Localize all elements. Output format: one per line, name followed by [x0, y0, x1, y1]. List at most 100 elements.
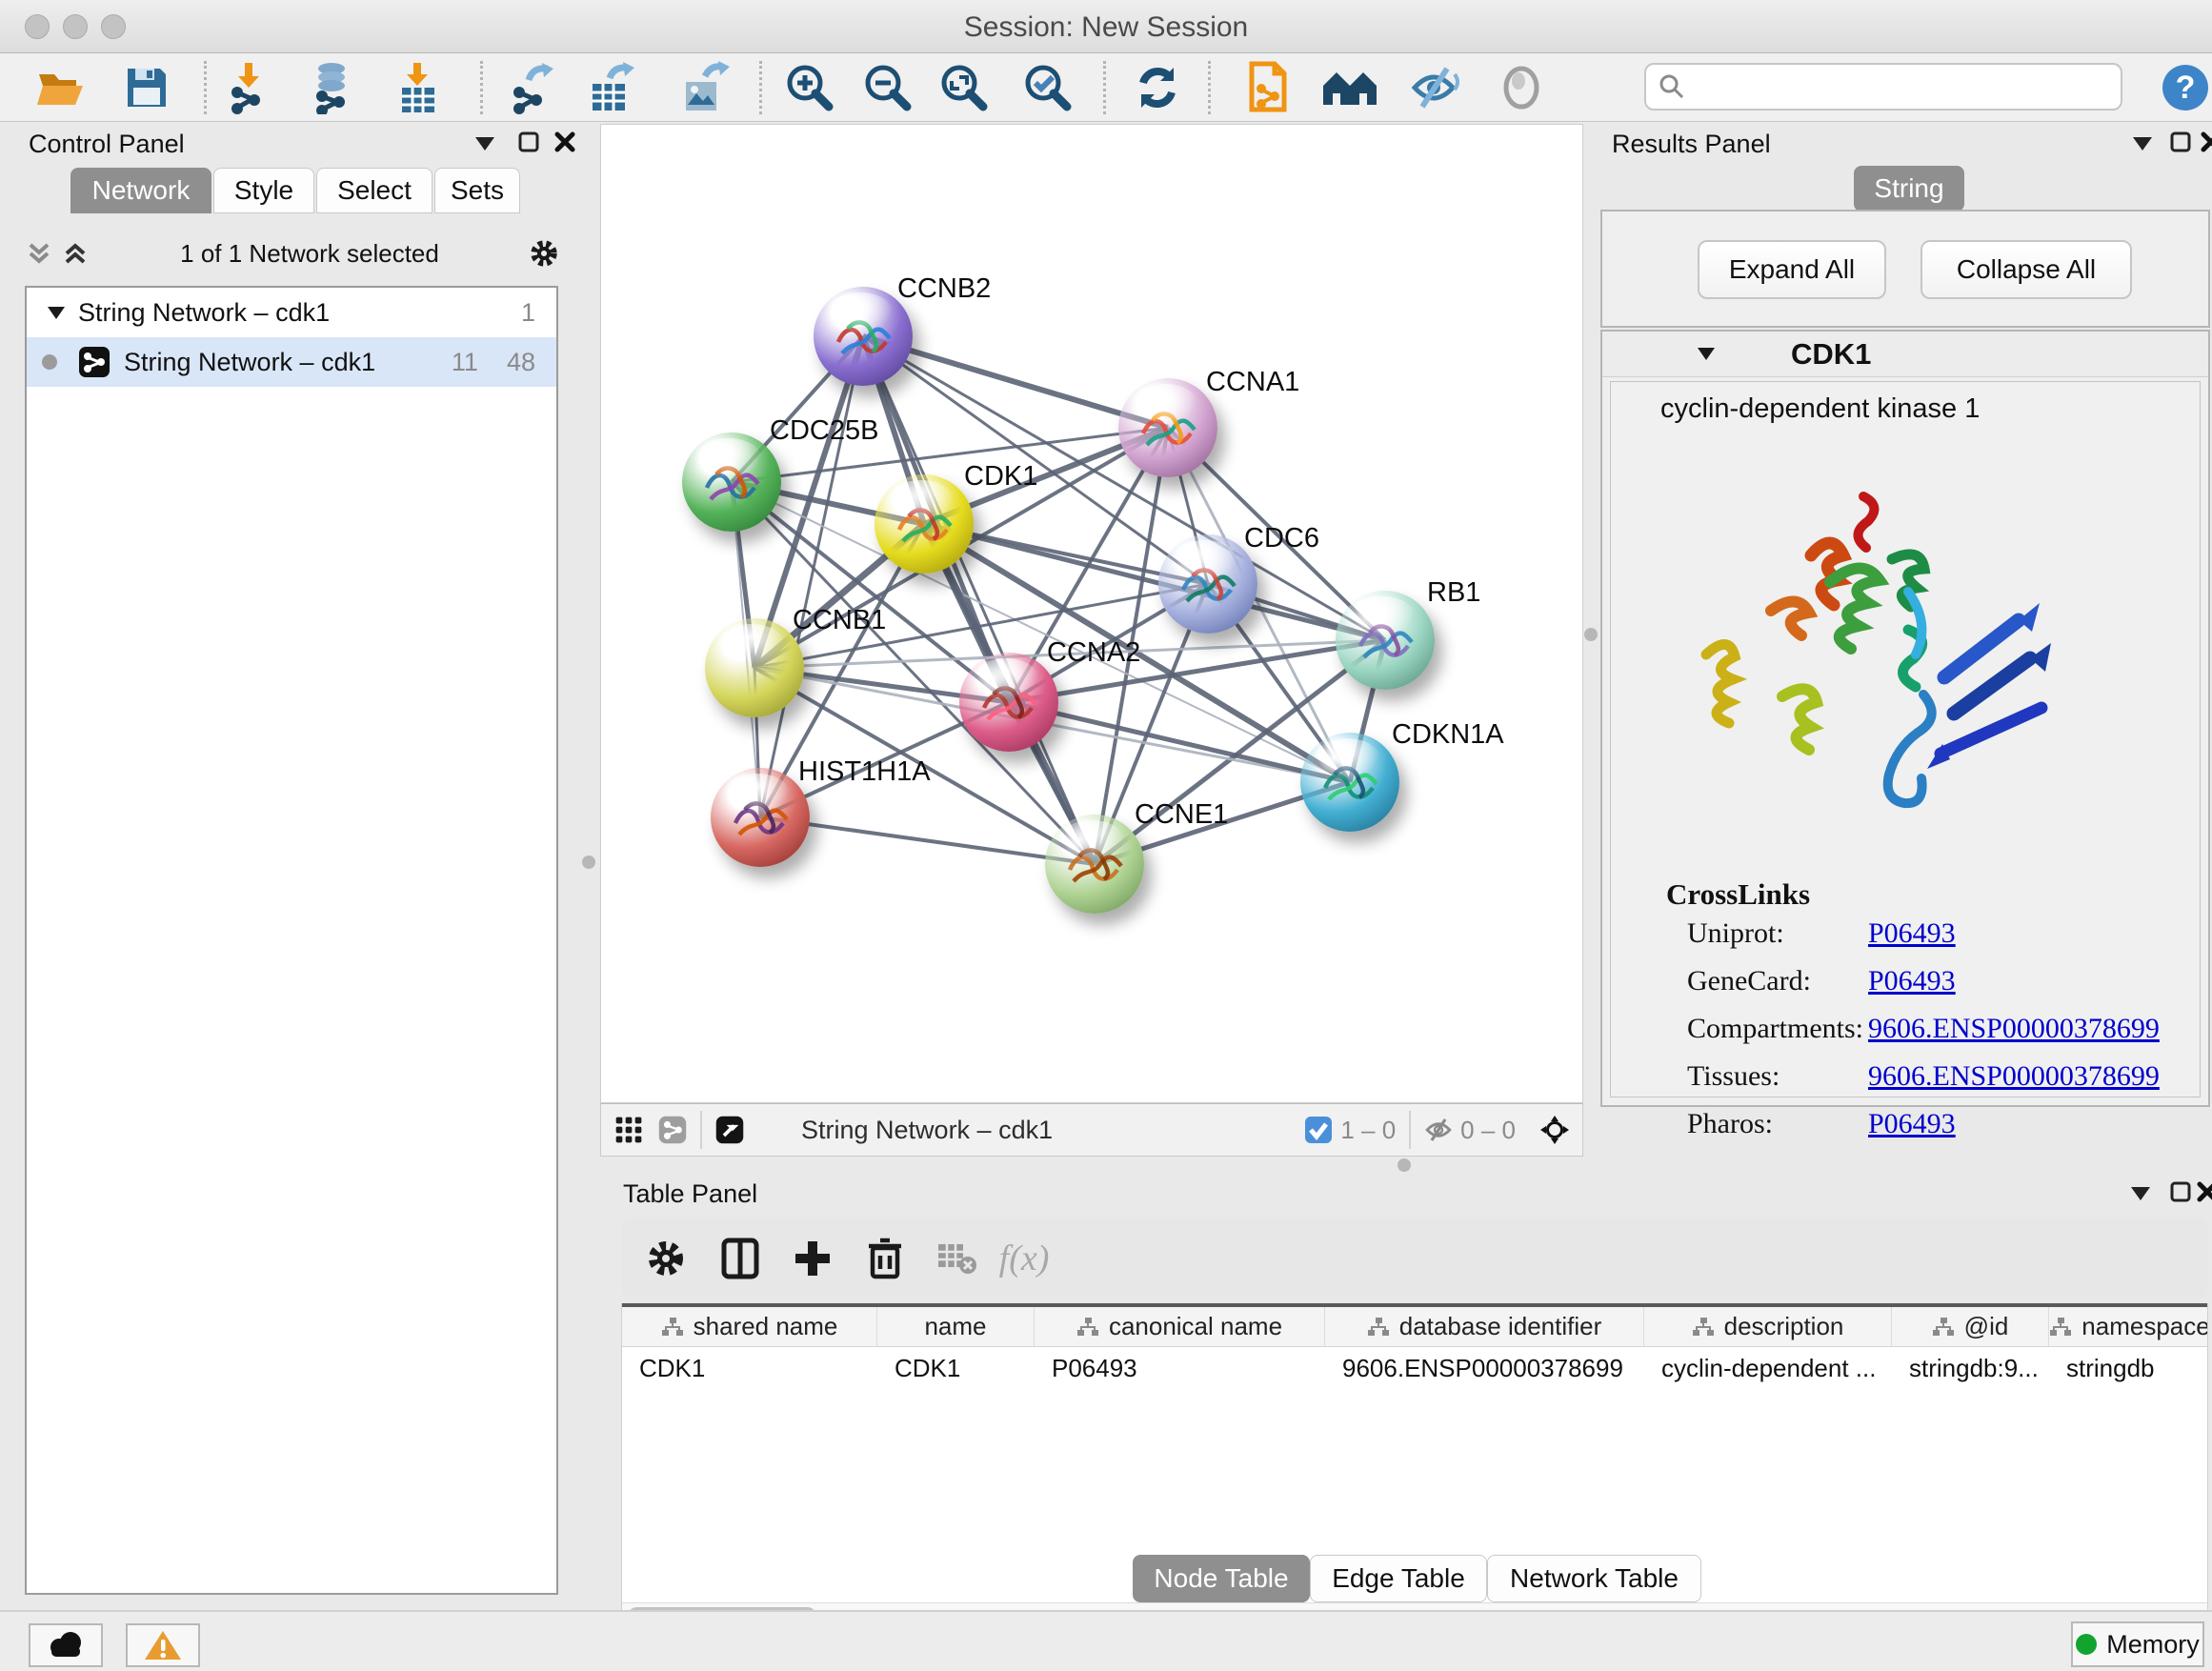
hidden-eye-slash-icon[interactable] [1424, 1116, 1453, 1144]
protein-section-header[interactable]: CDK1 [1602, 332, 2208, 377]
memory-button[interactable]: Memory [2071, 1621, 2204, 1667]
network-row-selected[interactable]: String Network – cdk1 11 48 [27, 337, 556, 387]
string-view-icon[interactable] [658, 1116, 687, 1144]
expand-all-button[interactable]: Expand All [1698, 240, 1886, 299]
table-cell[interactable]: stringdb [2049, 1347, 2208, 1389]
home-view-button[interactable] [1319, 59, 1380, 116]
zoom-in-button[interactable] [779, 59, 840, 116]
network-node-HIST1H1A[interactable] [711, 768, 810, 867]
tab-style[interactable]: Style [213, 168, 314, 213]
network-node-CCNB1[interactable] [705, 618, 804, 717]
network-view-canvas[interactable]: CCNB2CCNA1CDC25BCDK1CDC6RB1CCNB1CCNA2CDK… [600, 124, 1583, 1103]
grid-view-icon[interactable] [614, 1116, 643, 1144]
network-node-CDK1[interactable] [875, 474, 974, 574]
zoom-fit-button[interactable] [934, 59, 995, 116]
tree-expand-icon[interactable] [48, 307, 65, 319]
float-panel-icon[interactable] [2166, 128, 2195, 156]
table-cell[interactable]: P06493 [1035, 1347, 1325, 1389]
search-field[interactable] [1644, 63, 2122, 111]
toggle-columns-icon[interactable] [718, 1237, 762, 1280]
import-table-button[interactable] [389, 59, 450, 116]
cloud-button[interactable] [29, 1623, 103, 1667]
zoom-out-button[interactable] [857, 59, 918, 116]
crosslink-value-link[interactable]: 9606.ENSP00000378699 [1868, 1013, 2160, 1045]
show-hidden-button[interactable] [1491, 59, 1552, 116]
right-splitter-handle[interactable] [1584, 628, 1598, 641]
delete-column-icon[interactable] [863, 1237, 907, 1280]
collapse-panel-icon[interactable] [2126, 1179, 2155, 1208]
crosslink-value-link[interactable]: P06493 [1868, 917, 1956, 950]
network-node-CCNE1[interactable] [1045, 815, 1144, 914]
network-node-RB1[interactable] [1336, 591, 1435, 690]
export-network-button[interactable] [503, 59, 564, 116]
import-network-database-button[interactable] [303, 59, 364, 116]
collapse-panel-icon[interactable] [471, 130, 499, 158]
horizontal-splitter-handle[interactable] [1398, 1158, 1411, 1172]
expand-all-networks-icon[interactable] [61, 239, 90, 268]
save-session-button[interactable] [116, 59, 177, 116]
zoom-selected-button[interactable] [1017, 59, 1078, 116]
network-collection-row[interactable]: String Network – cdk1 1 [27, 288, 556, 337]
left-splitter-handle[interactable] [582, 856, 595, 869]
crosslink-value-link[interactable]: P06493 [1868, 1108, 1956, 1140]
fit-content-crosshair-icon[interactable] [1540, 1116, 1569, 1144]
collapse-all-networks-icon[interactable] [25, 239, 53, 268]
network-node-CDC25B[interactable] [682, 433, 781, 532]
tab-node-table[interactable]: Node Table [1133, 1555, 1310, 1602]
network-options-gear-icon[interactable] [530, 239, 558, 268]
network-node-CDC6[interactable] [1158, 534, 1257, 634]
column-header-shared-name[interactable]: shared name [622, 1307, 877, 1346]
edge-CCNA2-CDKN1A[interactable] [1009, 702, 1350, 782]
node-label-CCNB2: CCNB2 [897, 273, 991, 305]
close-panel-icon[interactable] [2193, 1178, 2212, 1206]
export-table-button[interactable] [582, 59, 643, 116]
table-cell[interactable]: CDK1 [622, 1347, 877, 1389]
close-panel-icon[interactable] [2197, 128, 2212, 156]
tab-edge-table[interactable]: Edge Table [1310, 1555, 1487, 1602]
collapse-panel-icon[interactable] [2128, 130, 2157, 158]
memory-status-dot [2076, 1634, 2097, 1655]
table-row[interactable]: CDK1CDK1P064939606.ENSP00000378699cyclin… [622, 1347, 2208, 1389]
column-header-database-identifier[interactable]: database identifier [1325, 1307, 1644, 1346]
tab-select[interactable]: Select [316, 168, 432, 213]
network-node-CCNA2[interactable] [959, 653, 1058, 752]
close-panel-icon[interactable] [551, 128, 579, 156]
collapse-all-button[interactable]: Collapse All [1920, 240, 2132, 299]
help-button[interactable]: ? [2155, 59, 2212, 116]
float-panel-icon[interactable] [2166, 1178, 2195, 1206]
new-network-document-button[interactable] [1237, 59, 1297, 116]
table-settings-gear-icon[interactable] [644, 1237, 688, 1280]
tab-sets[interactable]: Sets [434, 168, 520, 213]
table-cell[interactable]: CDK1 [877, 1347, 1035, 1389]
column-header--id[interactable]: @id [1892, 1307, 2049, 1346]
table-cell[interactable]: stringdb:9... [1892, 1347, 2049, 1389]
selected-checkbox-icon[interactable] [1304, 1116, 1333, 1144]
refresh-layout-button[interactable] [1127, 59, 1188, 116]
export-image-icon [680, 61, 732, 114]
hide-selected-button[interactable] [1405, 59, 1466, 116]
crosslink-value-link[interactable]: P06493 [1868, 965, 1956, 997]
table-cell[interactable]: 9606.ENSP00000378699 [1325, 1347, 1644, 1389]
column-header-canonical-name[interactable]: canonical name [1035, 1307, 1325, 1346]
crosslink-value-link[interactable]: 9606.ENSP00000378699 [1868, 1060, 2160, 1093]
add-column-icon[interactable] [791, 1237, 835, 1280]
birdseye-view-icon[interactable] [715, 1116, 744, 1144]
export-image-button[interactable] [675, 59, 736, 116]
network-node-CDKN1A[interactable] [1300, 733, 1399, 832]
float-panel-icon[interactable] [514, 128, 543, 156]
column-header-name[interactable]: name [877, 1307, 1035, 1346]
import-network-file-button[interactable] [220, 59, 281, 116]
edge-CCNB2-HIST1H1A[interactable] [760, 336, 863, 817]
node-label-CDC6: CDC6 [1244, 523, 1319, 554]
network-node-CCNA1[interactable] [1118, 378, 1217, 477]
column-header-description[interactable]: description [1644, 1307, 1892, 1346]
tab-string[interactable]: String [1854, 166, 1964, 211]
column-header-namespace[interactable]: namespace [2049, 1307, 2208, 1346]
warning-button[interactable] [126, 1623, 200, 1667]
tab-network-table[interactable]: Network Table [1487, 1555, 1701, 1602]
table-cell[interactable]: cyclin-dependent ... [1644, 1347, 1892, 1389]
open-session-button[interactable] [30, 59, 91, 116]
section-expand-icon[interactable] [1698, 348, 1715, 360]
search-input[interactable] [1686, 72, 2096, 102]
tab-network[interactable]: Network [70, 168, 211, 213]
